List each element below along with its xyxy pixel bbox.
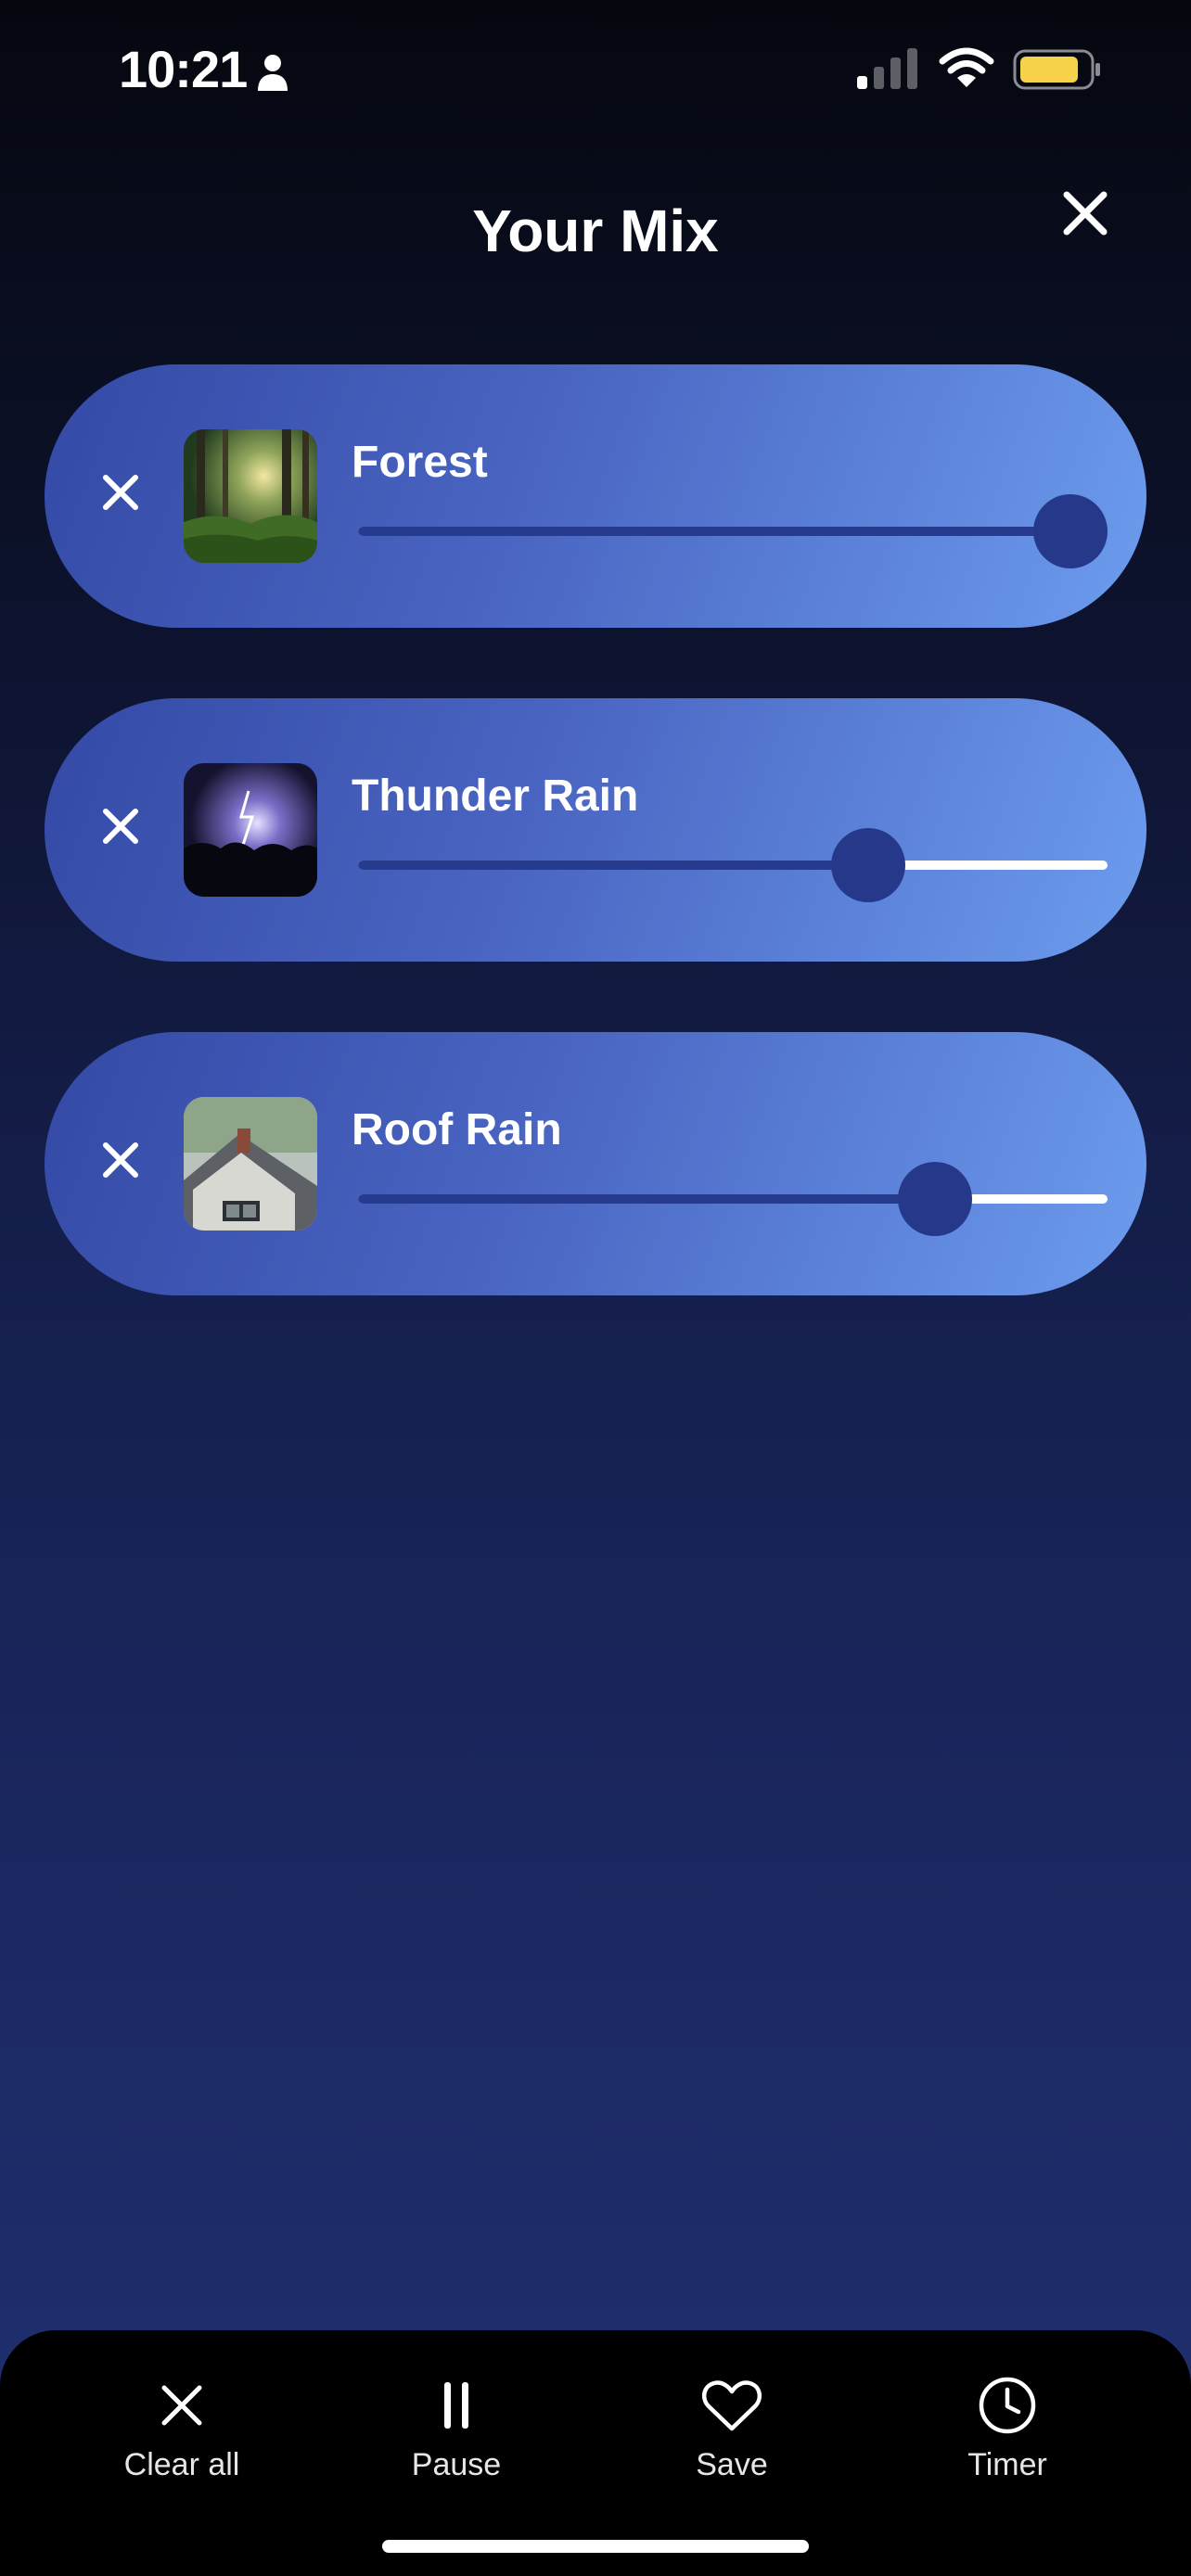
thunderstorm-image bbox=[184, 763, 317, 897]
slider-fill bbox=[358, 527, 1070, 536]
volume-slider[interactable] bbox=[358, 828, 1108, 902]
sound-name: Forest bbox=[352, 438, 488, 487]
slider-knob[interactable] bbox=[898, 1162, 973, 1236]
person-icon bbox=[258, 55, 288, 91]
save-label: Save bbox=[696, 2447, 768, 2482]
close-icon[interactable] bbox=[1054, 182, 1117, 245]
sound-name: Thunder Rain bbox=[352, 772, 639, 821]
pause-button[interactable]: Pause bbox=[345, 2373, 568, 2512]
heart-icon bbox=[701, 2380, 762, 2431]
remove-sound-button[interactable] bbox=[93, 465, 148, 520]
volume-slider[interactable] bbox=[358, 1162, 1108, 1236]
remove-sound-button[interactable] bbox=[93, 1132, 148, 1188]
clock-icon bbox=[979, 2377, 1036, 2434]
sound-card-roof-rain: Roof Rain bbox=[45, 1032, 1146, 1295]
sound-card-thunder-rain: Thunder Rain bbox=[45, 698, 1146, 962]
home-indicator[interactable] bbox=[382, 2540, 809, 2553]
pause-label: Pause bbox=[411, 2447, 502, 2482]
pause-icon bbox=[444, 2382, 468, 2429]
status-time: 10:21 bbox=[119, 40, 248, 98]
clear-all-label: Clear all bbox=[123, 2447, 240, 2482]
status-bar: 10:21 bbox=[0, 0, 1191, 139]
remove-sound-button[interactable] bbox=[93, 798, 148, 854]
slider-fill bbox=[358, 1194, 936, 1204]
slider-fill bbox=[358, 861, 868, 870]
slider-knob[interactable] bbox=[830, 828, 905, 902]
signal-icon bbox=[857, 48, 917, 89]
close-icon bbox=[161, 2385, 202, 2426]
battery-icon bbox=[1013, 49, 1100, 90]
wifi-icon bbox=[939, 47, 994, 87]
clear-all-button[interactable]: Clear all bbox=[70, 2373, 293, 2512]
slider-knob[interactable] bbox=[1033, 494, 1108, 568]
save-button[interactable]: Save bbox=[621, 2373, 843, 2512]
sound-name: Roof Rain bbox=[352, 1105, 562, 1154]
forest-image bbox=[184, 429, 317, 563]
timer-label: Timer bbox=[967, 2447, 1047, 2482]
roof-rain-image bbox=[184, 1097, 317, 1231]
volume-slider[interactable] bbox=[358, 494, 1108, 568]
timer-button[interactable]: Timer bbox=[896, 2373, 1119, 2512]
sound-card-forest: Forest bbox=[45, 364, 1146, 628]
page-title: Your Mix bbox=[472, 198, 719, 264]
